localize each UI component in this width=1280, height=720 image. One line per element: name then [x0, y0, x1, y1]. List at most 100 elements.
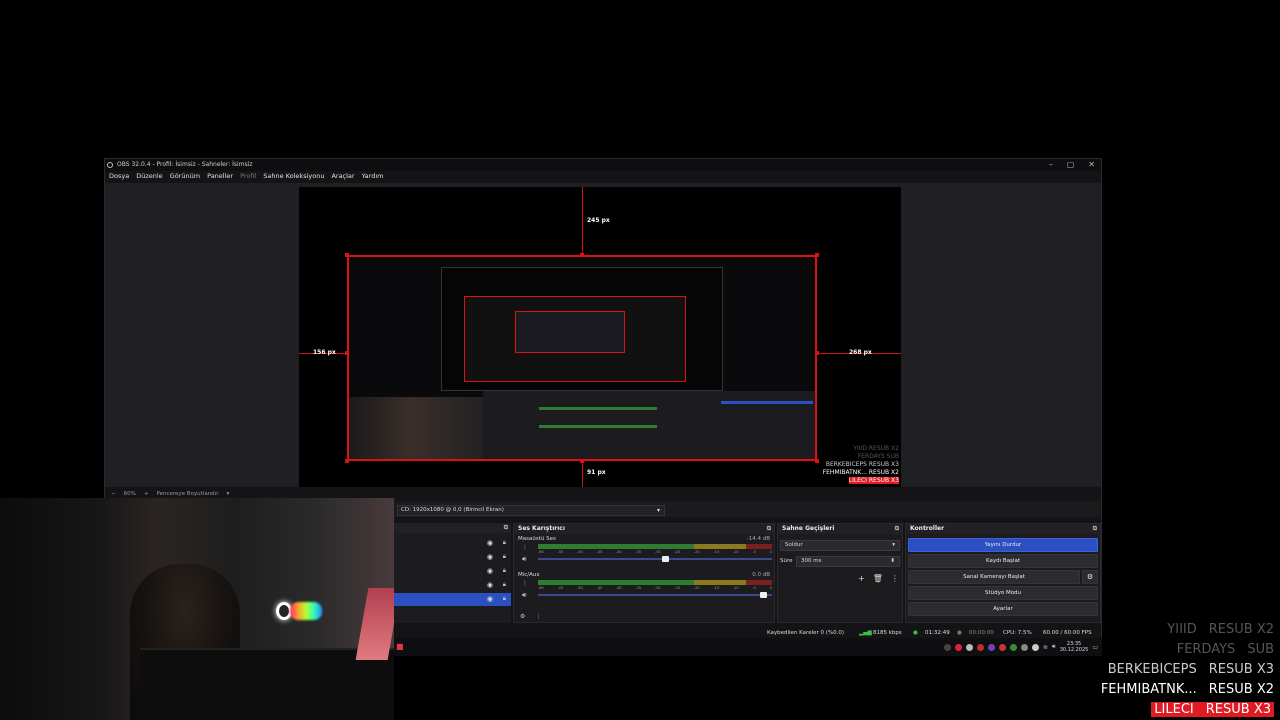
volume-slider[interactable]: [538, 556, 772, 562]
gear-icon[interactable]: ⚙: [1082, 570, 1098, 584]
resize-handle-tr[interactable]: [815, 253, 819, 257]
eye-icon[interactable]: ◉: [487, 581, 493, 589]
source-row[interactable]: ◉ 🔒︎: [393, 537, 511, 550]
lock-icon[interactable]: 🔒︎: [503, 595, 506, 603]
eye-icon[interactable]: ◉: [487, 553, 493, 561]
close-button[interactable]: ✕: [1088, 159, 1095, 171]
resize-handle-r[interactable]: [815, 351, 819, 355]
menu-tools[interactable]: Araçlar: [331, 171, 354, 181]
resize-handle-t[interactable]: [580, 253, 584, 257]
lock-icon[interactable]: 🔒︎: [503, 567, 506, 575]
guide-top: [582, 187, 583, 255]
meter-tick: 0: [769, 550, 772, 554]
advanced-audio-icon[interactable]: ⚙: [520, 613, 525, 620]
meter-tick: -5: [752, 586, 756, 590]
source-row-selected[interactable]: ◉ 🔒︎: [393, 593, 511, 606]
resize-handle-bl[interactable]: [345, 459, 349, 463]
source-row[interactable]: ◉ 🔒︎: [393, 565, 511, 578]
meter-tick: -25: [674, 586, 681, 590]
sub-alert: FERDAYS SUB: [1176, 642, 1274, 657]
menu-scene-collection[interactable]: Sahne Koleksiyonu: [263, 171, 324, 181]
volume-knob[interactable]: [662, 556, 670, 562]
source-row[interactable]: ◉ 🔒︎: [393, 579, 511, 592]
menu-view[interactable]: Görünüm: [170, 171, 200, 181]
resize-handle-tl[interactable]: [345, 253, 349, 257]
tray-icon[interactable]: [987, 643, 995, 651]
menu-profile[interactable]: Profil: [240, 171, 256, 181]
wifi-icon[interactable]: ≋: [1043, 644, 1048, 651]
display-select-value: CD: 1920x1080 @ 0,0 (Birincil Ekran): [401, 507, 504, 513]
trash-icon[interactable]: 🗑︎: [873, 574, 883, 583]
resize-handle-br[interactable]: [815, 459, 819, 463]
app-icon[interactable]: ■: [396, 642, 404, 651]
lock-icon[interactable]: 🔒︎: [503, 553, 506, 561]
mixer-menu-icon[interactable]: ⋮: [535, 613, 541, 620]
eye-icon[interactable]: ◉: [487, 567, 493, 575]
selected-display-capture[interactable]: [347, 255, 817, 461]
tray-icon[interactable]: [1009, 643, 1017, 651]
menu-help[interactable]: Yardım: [362, 171, 384, 181]
volume-slider[interactable]: [538, 592, 772, 598]
lock-icon[interactable]: 🔒︎: [503, 581, 506, 589]
lock-icon[interactable]: 🔒︎: [503, 539, 506, 547]
tray-icon[interactable]: [965, 643, 973, 651]
clock[interactable]: 23:35 30.12.2025: [1060, 641, 1089, 653]
resize-handle-l[interactable]: [345, 351, 349, 355]
nested-obs-panels: [483, 391, 815, 459]
studio-mode-button[interactable]: Stüdyo Modu: [908, 586, 1098, 600]
more-icon[interactable]: ⋮: [891, 574, 899, 583]
stop-streaming-button[interactable]: Yayını Durdur: [908, 538, 1098, 552]
speaker-icon[interactable]: 🔊︎: [1052, 643, 1056, 651]
popout-icon[interactable]: ⧉: [1093, 524, 1097, 534]
channel-name: Mic/Aux: [518, 572, 540, 578]
guide-bottom: [582, 461, 583, 487]
speaker-icon[interactable]: 🔊︎: [522, 591, 526, 600]
add-icon[interactable]: +: [858, 574, 865, 583]
popout-icon[interactable]: ⧉: [767, 524, 771, 534]
transitions-title: Sahne Geçişleri ⧉: [778, 524, 902, 534]
tray-icon[interactable]: [998, 643, 1006, 651]
meter-tick: -55: [557, 586, 564, 590]
start-recording-button[interactable]: Kaydı Başlat: [908, 554, 1098, 568]
meter-tick: -30: [654, 586, 661, 590]
meter-tick: -10: [732, 586, 739, 590]
transition-select[interactable]: Soldur ▾: [780, 540, 900, 551]
menu-docks[interactable]: Paneller: [207, 171, 233, 181]
notification-icon[interactable]: ▭: [1092, 644, 1098, 651]
webcam-overlay: [0, 498, 394, 720]
tray-icon[interactable]: [1031, 643, 1039, 651]
eye-icon[interactable]: ◉: [487, 595, 493, 603]
transition-tools: + 🗑︎ ⋮: [858, 574, 899, 583]
meter-tick: -55: [557, 550, 564, 554]
start-virtual-camera-button[interactable]: Sanal Kamerayı Başlat: [908, 570, 1080, 584]
tray-icon[interactable]: [954, 643, 962, 651]
display-select[interactable]: CD: 1920x1080 @ 0,0 (Birincil Ekran) ▾: [397, 505, 665, 516]
screen: OBS 32.0.4 - Profil: İsimsiz - Sahneler:…: [0, 0, 1280, 720]
stepper-icon[interactable]: ⬍: [890, 557, 895, 566]
duration-input[interactable]: 300 ms ⬍: [796, 556, 900, 567]
minimize-button[interactable]: –: [1049, 159, 1053, 171]
tray-icon[interactable]: [1020, 643, 1028, 651]
preview-canvas[interactable]: 245 px 156 px 268 px 91 px YIIID RESUB X…: [299, 187, 901, 487]
volume-knob[interactable]: [760, 592, 768, 598]
settings-button[interactable]: Ayarlar: [908, 602, 1098, 616]
tray-icon[interactable]: [943, 643, 951, 651]
resize-handle-b[interactable]: [580, 459, 584, 463]
popout-icon[interactable]: ⧉: [895, 524, 899, 534]
speaker-icon[interactable]: 🔊︎: [522, 555, 526, 564]
eye-icon[interactable]: ◉: [487, 539, 493, 547]
chevron-down-icon: ▾: [892, 542, 895, 548]
menu-edit[interactable]: Düzenle: [136, 171, 162, 181]
channel-menu-icon[interactable]: ⋮: [522, 544, 528, 551]
meter-tick: -35: [635, 550, 642, 554]
source-row[interactable]: ◉ 🔒︎: [393, 551, 511, 564]
volume-meter: [538, 544, 772, 549]
chevron-down-icon: ▾: [656, 507, 660, 514]
distance-right: 268 px: [849, 349, 872, 356]
menu-file[interactable]: Dosya: [109, 171, 129, 181]
tray-icon[interactable]: [976, 643, 984, 651]
channel-menu-icon[interactable]: ⋮: [522, 580, 528, 587]
popout-icon[interactable]: ⧉: [504, 523, 508, 533]
meter-tick: -60: [538, 586, 544, 590]
maximize-button[interactable]: ▢: [1067, 159, 1075, 171]
